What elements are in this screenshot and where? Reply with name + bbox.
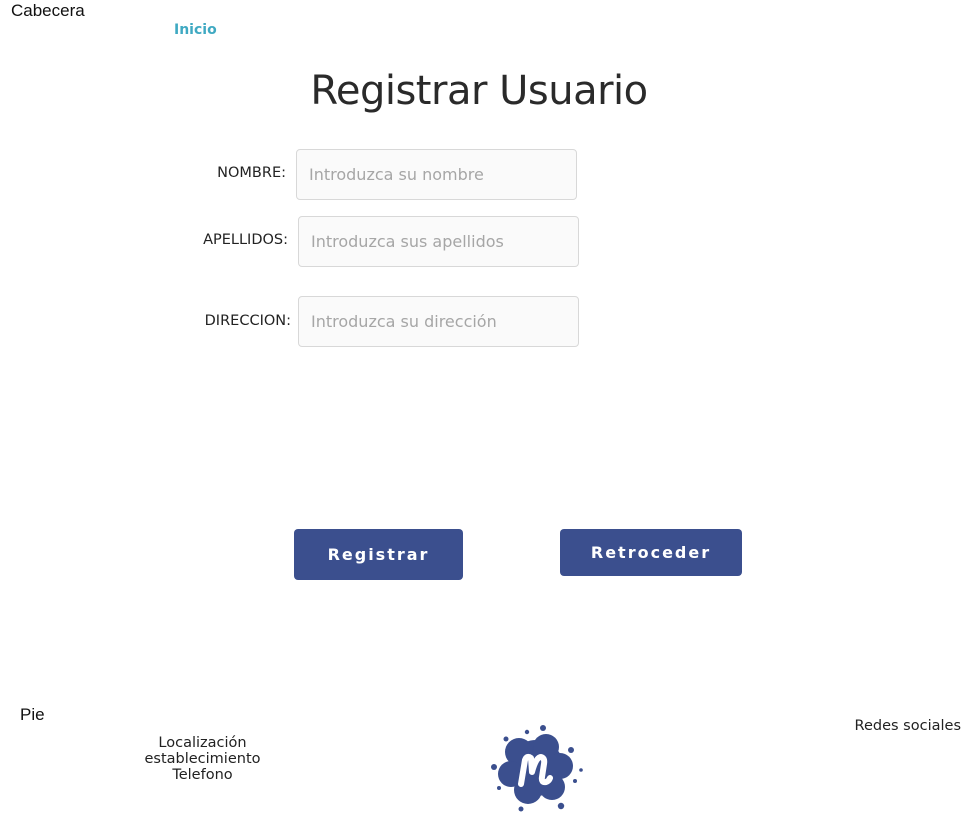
nombre-label: NOMBRE: [217, 165, 286, 181]
meetup-logo-icon [486, 720, 586, 816]
apellidos-input[interactable] [298, 216, 579, 267]
footer-location: Localización establecimiento Telefono [100, 735, 305, 783]
location-text: Localización establecimiento [144, 735, 261, 767]
social-networks-text: Redes sociales [854, 718, 961, 734]
apellidos-label: APELLIDOS: [203, 232, 288, 248]
header-label: Cabecera [11, 1, 85, 20]
page-title: Registrar Usuario [310, 68, 648, 114]
direccion-label: DIRECCION: [204, 313, 291, 329]
footer-label: Pie [20, 705, 45, 724]
nav-link-inicio[interactable]: Inicio [174, 22, 217, 38]
nombre-input[interactable] [296, 149, 577, 200]
registrar-button[interactable]: Registrar [294, 529, 463, 580]
phone-text: Telefono [172, 767, 233, 783]
direccion-input[interactable] [298, 296, 579, 347]
retroceder-button[interactable]: Retroceder [560, 529, 742, 576]
